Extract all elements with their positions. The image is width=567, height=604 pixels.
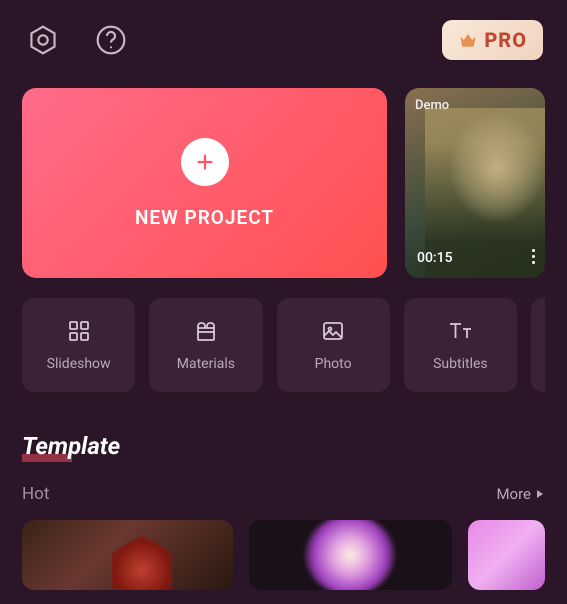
- photo-icon: [321, 318, 345, 344]
- template-thumbnails: [0, 520, 567, 590]
- plus-icon: [181, 138, 229, 186]
- demo-duration: 00:15: [417, 250, 453, 266]
- feature-tiles: Slideshow Materials Photo: [0, 298, 567, 392]
- photo-tile[interactable]: Photo: [277, 298, 390, 392]
- main-row: NEW PROJECT Demo 00:15: [0, 88, 567, 278]
- slideshow-tile[interactable]: Slideshow: [22, 298, 135, 392]
- tile-label: Photo: [315, 356, 352, 372]
- template-heading: Template: [22, 432, 120, 460]
- category-label: Hot: [22, 484, 49, 504]
- slideshow-icon: [67, 318, 91, 344]
- subtitles-icon: [447, 318, 473, 344]
- template-thumbnail[interactable]: [22, 520, 233, 590]
- new-project-label: NEW PROJECT: [135, 206, 274, 229]
- template-thumbnail[interactable]: [249, 520, 452, 590]
- new-project-button[interactable]: NEW PROJECT: [22, 88, 387, 278]
- settings-icon[interactable]: [24, 21, 62, 59]
- tile-label: Slideshow: [47, 356, 111, 372]
- template-section: Template Hot More: [0, 432, 567, 504]
- more-options-icon[interactable]: [532, 249, 535, 264]
- tile-label: Subtitles: [433, 356, 488, 372]
- tile-label: Materials: [177, 356, 235, 372]
- demo-project-card[interactable]: Demo 00:15: [405, 88, 545, 278]
- more-link[interactable]: More: [496, 485, 545, 503]
- materials-icon: [194, 318, 218, 344]
- help-icon[interactable]: [92, 21, 130, 59]
- template-thumbnail[interactable]: [468, 520, 545, 590]
- demo-tag: Demo: [415, 98, 449, 113]
- more-label: More: [496, 485, 531, 503]
- pro-label: PRO: [484, 28, 527, 52]
- pro-button[interactable]: PRO: [442, 20, 543, 60]
- top-bar: PRO: [0, 0, 567, 80]
- materials-tile[interactable]: Materials: [149, 298, 262, 392]
- chevron-right-icon: [535, 489, 545, 499]
- more-tiles-hint[interactable]: [531, 298, 545, 392]
- subtitles-tile[interactable]: Subtitles: [404, 298, 517, 392]
